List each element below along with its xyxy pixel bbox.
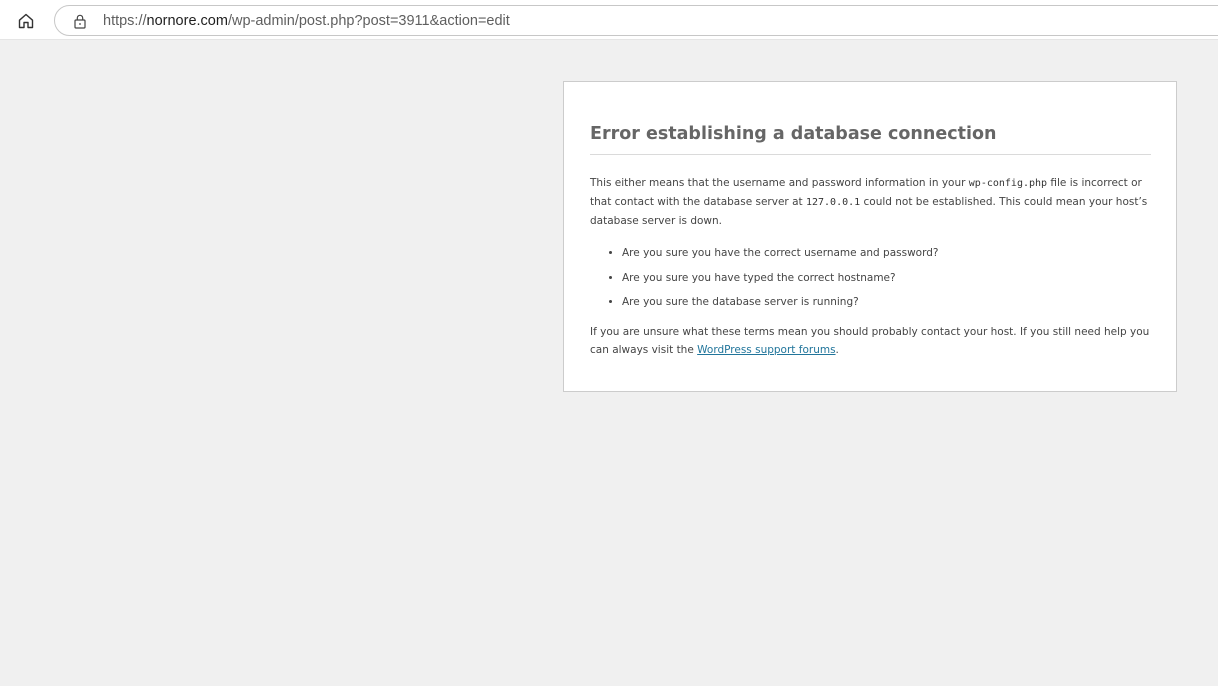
checklist: Are you sure you have the correct userna… [590,244,1150,311]
error-intro: This either means that the username and … [590,174,1150,230]
url-scheme: https:// [103,13,147,29]
home-icon [18,13,34,29]
lock-icon[interactable] [72,13,88,29]
error-card: Error establishing a database connection… [563,81,1177,392]
support-forums-link[interactable]: WordPress support forums [697,344,835,356]
checklist-item: Are you sure you have typed the correct … [622,269,1150,287]
home-button[interactable] [12,7,40,35]
url-text[interactable]: https://nornore.com/wp-admin/post.php?po… [103,12,510,30]
footer-text-2: . [835,344,839,356]
footer-text-1: If you are unsure what these terms mean … [590,326,1150,356]
url-domain: nornore.com [146,13,228,29]
address-bar[interactable]: https://nornore.com/wp-admin/post.php?po… [54,5,1218,36]
error-body: This either means that the username and … [590,174,1150,359]
config-file-name: wp-config.php [968,178,1048,189]
browser-toolbar: https://nornore.com/wp-admin/post.php?po… [0,0,1218,40]
intro-text-1: This either means that the username and … [590,177,969,189]
error-footer: If you are unsure what these terms mean … [590,323,1150,359]
url-path: /wp-admin/post.php?post=3911&action=edit [227,13,510,29]
checklist-item: Are you sure the database server is runn… [622,293,1150,311]
server-address: 127.0.0.1 [805,197,861,208]
checklist-item: Are you sure you have the correct userna… [622,244,1150,262]
error-title: Error establishing a database connection [590,122,1151,155]
